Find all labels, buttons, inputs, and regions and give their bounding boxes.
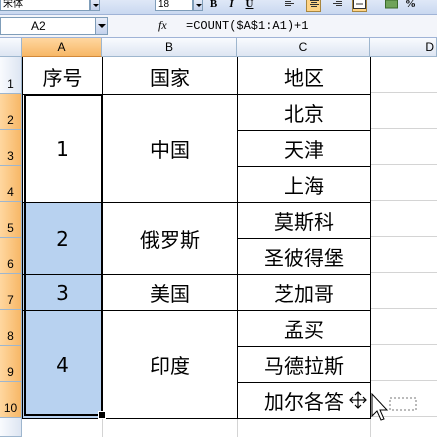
underline-button[interactable]: U xyxy=(242,0,257,12)
table-border xyxy=(237,238,371,239)
percent-button[interactable]: % xyxy=(403,0,418,12)
cell-c9[interactable]: 马德拉斯 xyxy=(238,347,370,382)
align-right-button[interactable] xyxy=(330,0,345,12)
cell-c3[interactable]: 天津 xyxy=(238,131,370,166)
merge-center-button[interactable] xyxy=(352,0,367,12)
italic-button[interactable]: I xyxy=(224,0,239,12)
table-border xyxy=(237,166,371,167)
row-header-9[interactable]: 9 xyxy=(0,346,22,382)
table-border xyxy=(22,94,371,95)
formula-input[interactable]: =COUNT($A$1:A1)+1 xyxy=(186,17,437,35)
cell-b2-merged[interactable]: 中国 xyxy=(103,95,237,202)
align-center-button[interactable] xyxy=(306,0,321,12)
font-size-dropdown[interactable] xyxy=(193,0,203,11)
font-name-select[interactable]: 宋体 xyxy=(0,0,90,11)
table-border xyxy=(237,382,371,383)
table-border xyxy=(22,274,371,275)
merge-cells-icon xyxy=(353,0,366,9)
align-center-icon xyxy=(310,0,319,9)
row-header-10[interactable]: 10 xyxy=(0,382,22,418)
cell-c1[interactable]: 地区 xyxy=(238,58,370,94)
currency-icon xyxy=(385,0,398,9)
align-left-icon xyxy=(285,0,294,8)
bold-button[interactable]: B xyxy=(206,0,221,12)
row-header-2[interactable]: 2 xyxy=(0,94,22,130)
function-icon[interactable]: fx xyxy=(158,18,167,33)
row-header-8[interactable]: 8 xyxy=(0,310,22,346)
font-name-dropdown[interactable] xyxy=(90,0,100,11)
row-header-7[interactable]: 7 xyxy=(0,274,22,310)
name-box[interactable]: A2 xyxy=(0,17,108,35)
cell-b7[interactable]: 美国 xyxy=(103,275,237,310)
column-header-c[interactable]: C xyxy=(237,38,370,57)
fill-handle[interactable] xyxy=(98,411,106,419)
align-right-icon xyxy=(333,0,342,8)
currency-button[interactable] xyxy=(384,0,399,12)
spreadsheet-window: 宋体 18 B I U % A2 fx =COUNT($A$1:A1)+1 A … xyxy=(0,0,437,437)
cell-c6[interactable]: 圣彼得堡 xyxy=(238,239,370,274)
row-header-11[interactable] xyxy=(0,418,22,437)
table-border xyxy=(22,57,23,419)
move-cursor-icon xyxy=(349,391,417,421)
table-border xyxy=(237,130,371,131)
row-header-6[interactable]: 6 xyxy=(0,238,22,274)
table-border xyxy=(22,310,371,311)
formatting-toolbar: 宋体 18 B I U % xyxy=(0,0,437,15)
align-left-button[interactable] xyxy=(282,0,297,12)
cell-b1[interactable]: 国家 xyxy=(103,58,237,94)
row-header-4[interactable]: 4 xyxy=(0,166,22,202)
table-border xyxy=(237,346,371,347)
table-border xyxy=(22,202,371,203)
cell-c7[interactable]: 芝加哥 xyxy=(238,275,370,310)
row-header-5[interactable]: 5 xyxy=(0,202,22,238)
table-border xyxy=(22,418,371,419)
formula-bar: A2 fx =COUNT($A$1:A1)+1 xyxy=(0,15,437,38)
table-border xyxy=(102,57,103,419)
column-header-d[interactable]: D xyxy=(370,38,437,57)
chevron-down-icon[interactable] xyxy=(95,18,107,34)
cell-a5-merged[interactable]: 2 xyxy=(23,203,102,274)
cell-b5-merged[interactable]: 俄罗斯 xyxy=(103,203,237,274)
font-size-select[interactable]: 18 xyxy=(155,0,193,11)
cell-a1[interactable]: 序号 xyxy=(23,58,102,94)
row-header-3[interactable]: 3 xyxy=(0,130,22,166)
cell-a7[interactable]: 3 xyxy=(23,275,102,310)
cell-c2[interactable]: 北京 xyxy=(238,95,370,130)
cell-c4[interactable]: 上海 xyxy=(238,167,370,202)
cell-c5[interactable]: 莫斯科 xyxy=(238,203,370,238)
cell-c8[interactable]: 孟买 xyxy=(238,311,370,346)
column-header-a[interactable]: A xyxy=(22,38,102,57)
select-all-corner[interactable] xyxy=(0,38,22,57)
column-header-b[interactable]: B xyxy=(102,38,237,57)
cell-a8-merged[interactable]: 4 xyxy=(23,311,102,418)
cell-b8-merged[interactable]: 印度 xyxy=(103,311,237,418)
cell-a2-merged[interactable]: 1 xyxy=(23,95,102,202)
row-header-1[interactable]: 1 xyxy=(0,57,22,94)
